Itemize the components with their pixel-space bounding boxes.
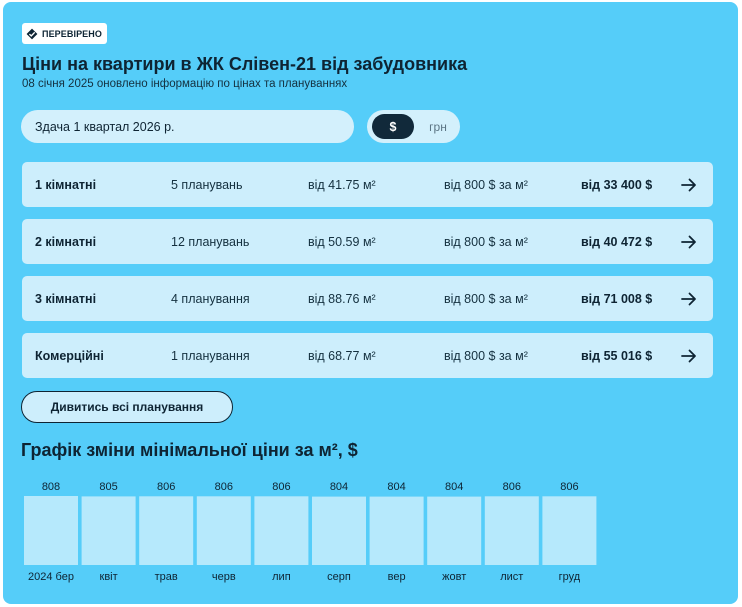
arrow-right-icon[interactable] xyxy=(681,162,697,207)
plans-count: 1 планування xyxy=(171,348,250,363)
min-price: від 55 016 $ xyxy=(581,348,653,363)
price-per-sqm: від 800 $ за м² xyxy=(444,234,528,249)
delivery-period-value: Здача 1 квартал 2026 р. xyxy=(35,119,175,134)
min-price: від 40 472 $ xyxy=(581,234,653,249)
apartment-row-commercial[interactable]: Комерційні 1 планування від 68.77 м² від… xyxy=(22,333,713,378)
price-per-sqm: від 800 $ за м² xyxy=(444,177,528,192)
price-per-sqm: від 800 $ за м² xyxy=(444,348,528,363)
chart-title: Графік зміни мінімальної ціни за м², $ xyxy=(21,440,358,460)
verified-label: ПЕРЕВІРЕНО xyxy=(42,28,102,39)
min-area: від 68.77 м² xyxy=(308,348,376,363)
price-per-sqm: від 800 $ за м² xyxy=(444,291,528,306)
verified-check-icon xyxy=(26,28,38,40)
currency-uah-option[interactable]: грн xyxy=(421,114,455,139)
apartment-row-3-room[interactable]: 3 кімнатні 4 планування від 88.76 м² від… xyxy=(22,276,713,321)
apartment-type: Комерційні xyxy=(35,348,104,363)
apartment-row-1-room[interactable]: 1 кімнатні 5 планувань від 41.75 м² від … xyxy=(22,162,713,207)
apartment-type: 1 кімнатні xyxy=(35,177,97,192)
apartment-types-list: 1 кімнатні 5 планувань від 41.75 м² від … xyxy=(22,162,713,390)
verified-badge: ПЕРЕВІРЕНО xyxy=(22,23,107,44)
plans-count: 5 планувань xyxy=(171,177,243,192)
arrow-right-icon[interactable] xyxy=(681,276,697,321)
page-title: Ціни на квартири в ЖК Слівен-21 від забу… xyxy=(22,54,468,74)
currency-toggle: $ грн xyxy=(367,110,460,143)
min-area: від 41.75 м² xyxy=(308,177,376,192)
apartment-type: 3 кімнатні xyxy=(35,291,97,306)
arrow-right-icon[interactable] xyxy=(681,219,697,264)
arrow-right-icon[interactable] xyxy=(681,333,697,378)
min-price: від 33 400 $ xyxy=(581,177,653,192)
plans-count: 12 планувань xyxy=(171,234,250,249)
min-area: від 88.76 м² xyxy=(308,291,376,306)
view-all-plans-button[interactable]: Дивитись всі планування xyxy=(21,391,233,423)
currency-usd-option[interactable]: $ xyxy=(372,114,414,139)
min-area: від 50.59 м² xyxy=(308,234,376,249)
min-price: від 71 008 $ xyxy=(581,291,653,306)
apartment-row-2-room[interactable]: 2 кімнатні 12 планувань від 50.59 м² від… xyxy=(22,219,713,264)
update-note: 08 січня 2025 оновлено інформацію по цін… xyxy=(22,78,348,90)
plans-count: 4 планування xyxy=(171,291,250,306)
apartment-type: 2 кімнатні xyxy=(35,234,97,249)
delivery-period-select[interactable]: Здача 1 квартал 2026 р. xyxy=(21,110,354,143)
